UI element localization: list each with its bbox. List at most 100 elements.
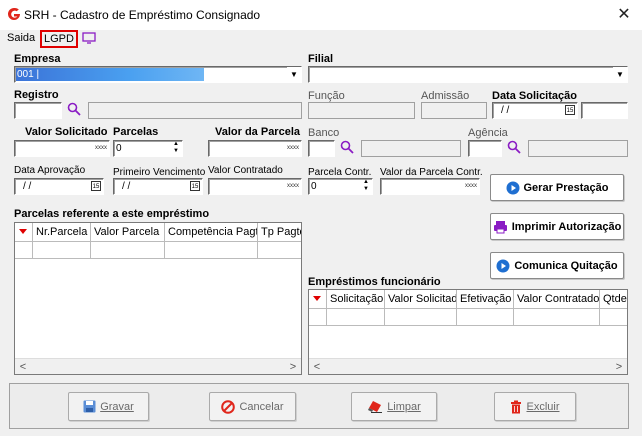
agencia-name-field [528, 140, 628, 157]
limpar-label: Limpar [387, 400, 421, 413]
parcelas-value: 0 [116, 143, 122, 154]
admissao-field [421, 102, 487, 119]
table-row[interactable] [309, 308, 627, 326]
monitor-icon[interactable] [82, 32, 96, 44]
menu-lgpd[interactable]: LGPD [40, 30, 78, 48]
col-solicitacao[interactable]: Solicitação [327, 290, 385, 308]
search-icon[interactable] [67, 102, 81, 116]
gerar-prestacao-button[interactable]: Gerar Prestação [490, 174, 624, 201]
data-aprovacao-input[interactable]: / / 15 [14, 178, 104, 195]
valor-parcela-contr-input[interactable]: xxxx [380, 178, 480, 195]
spin-icon[interactable]: ▲ ▼ [360, 179, 372, 194]
app-logo-icon [8, 7, 20, 20]
primeiro-vencimento-label: Primeiro Vencimento [113, 167, 206, 178]
comunica-quitacao-button[interactable]: Comunica Quitação [490, 252, 624, 279]
cancelar-button[interactable]: Cancelar [209, 392, 296, 421]
excluir-button[interactable]: Excluir [494, 392, 576, 421]
imprimir-autorizacao-label: Imprimir Autorização [511, 220, 622, 233]
valor-contratado-input[interactable]: xxxx [208, 178, 302, 195]
horizontal-scrollbar[interactable]: < > [15, 358, 301, 374]
col-valor-parcela[interactable]: Valor Parcela [91, 223, 165, 241]
parcelas-stepper[interactable]: 0 ▲ ▼ [113, 140, 183, 157]
col-tp-pagto[interactable]: Tp Pagto [258, 223, 301, 241]
scroll-left-icon[interactable]: < [15, 359, 31, 374]
scroll-right-icon[interactable]: > [611, 359, 627, 374]
menu-saida[interactable]: Saida [7, 32, 35, 44]
grid-header: Solicitação Valor Solicitado Efetivação … [309, 290, 627, 309]
search-icon[interactable] [340, 140, 354, 154]
hora-solicitacao-input[interactable] [581, 102, 628, 119]
calendar-icon[interactable]: 15 [190, 181, 200, 191]
row-indicator [309, 290, 327, 308]
excluir-label: Excluir [526, 400, 560, 413]
registro-label: Registro [14, 89, 59, 101]
limpar-button[interactable]: Limpar [351, 392, 437, 421]
calendar-icon[interactable]: 15 [91, 181, 101, 191]
primeiro-vencimento-value: / / [122, 181, 131, 192]
money-mask: xxxx [95, 145, 107, 151]
row-indicator [15, 223, 33, 241]
parcela-contr-stepper[interactable]: 0 ▲ ▼ [308, 178, 373, 195]
col-competencia-pagto[interactable]: Competência Pagto [165, 223, 258, 241]
data-solicitacao-value: / / [501, 105, 510, 116]
valor-solicitado-input[interactable]: xxxx [14, 140, 110, 157]
valor-parcela-contr-label: Valor da Parcela Contr. [380, 167, 483, 178]
col-efetivacao[interactable]: Efetivação [457, 290, 514, 308]
data-solicitacao-label: Data Solicitação [492, 90, 577, 102]
funcao-field [308, 102, 415, 119]
data-solicitacao-input[interactable]: / / 15 [492, 102, 578, 119]
valor-solicitado-label: Valor Solicitado [25, 126, 108, 138]
trash-icon [511, 400, 522, 413]
primeiro-vencimento-input[interactable]: / / 15 [113, 178, 203, 195]
banco-label: Banco [308, 127, 340, 139]
money-mask: xxxx [287, 183, 299, 189]
gravar-label: Gravar [100, 400, 134, 413]
funcao-label: Função [308, 90, 345, 102]
comunica-quitacao-label: Comunica Quitação [514, 259, 618, 272]
col-nr-parcela[interactable]: Nr.Parcela [33, 223, 91, 241]
printer-icon [493, 220, 507, 233]
imprimir-autorizacao-button[interactable]: Imprimir Autorização [490, 213, 624, 240]
chevron-down-icon[interactable]: ▼ [287, 67, 301, 82]
col-qtde[interactable]: Qtde [600, 290, 627, 308]
horizontal-scrollbar[interactable]: < > [309, 358, 627, 374]
gerar-prestacao-label: Gerar Prestação [523, 181, 609, 194]
chevron-down-icon[interactable]: ▼ [613, 67, 627, 82]
empresa-value: 001 | [17, 69, 40, 80]
valor-parcela-input[interactable]: xxxx [208, 140, 302, 157]
play-icon [496, 259, 510, 272]
col-valor-solicitado[interactable]: Valor Solicitado [385, 290, 457, 308]
parcela-contr-value: 0 [311, 181, 317, 192]
registro-name-field [88, 102, 302, 119]
banco-input[interactable] [308, 140, 335, 157]
parcela-contr-label: Parcela Contr. [308, 167, 372, 178]
parcelas-label: Parcelas [113, 126, 159, 138]
money-mask: xxxx [287, 145, 299, 151]
scroll-right-icon[interactable]: > [285, 359, 301, 374]
agencia-label: Agência [468, 127, 508, 139]
emprestimos-grid[interactable]: Solicitação Valor Solicitado Efetivação … [308, 289, 628, 375]
registro-input[interactable] [14, 102, 62, 119]
cancel-icon [221, 399, 236, 414]
gravar-button[interactable]: Gravar [68, 392, 149, 421]
agencia-input[interactable] [468, 140, 502, 157]
money-mask: xxxx [465, 183, 477, 189]
scroll-left-icon[interactable]: < [309, 359, 325, 374]
eraser-icon [368, 401, 383, 413]
table-row[interactable] [15, 241, 301, 259]
admissao-label: Admissão [421, 90, 470, 102]
col-valor-contratado[interactable]: Valor Contratado [514, 290, 600, 308]
data-aprovacao-value: / / [23, 181, 32, 192]
filial-combo[interactable]: ▼ [308, 66, 628, 83]
spin-icon[interactable]: ▲ ▼ [170, 141, 182, 156]
calendar-icon[interactable]: 15 [565, 105, 575, 115]
window-title: SRH - Cadastro de Empréstimo Consignado [24, 8, 261, 22]
empresa-combo[interactable]: 001 | ▼ [14, 66, 302, 83]
parcelas-grid[interactable]: Nr.Parcela Valor Parcela Competência Pag… [14, 222, 302, 375]
search-icon[interactable] [507, 140, 521, 154]
emprestimos-grid-title: Empréstimos funcionário [308, 276, 441, 288]
close-button[interactable]: ✕ [614, 4, 634, 24]
save-icon [83, 400, 96, 413]
empresa-label: Empresa [14, 53, 61, 65]
banco-name-field [361, 140, 461, 157]
